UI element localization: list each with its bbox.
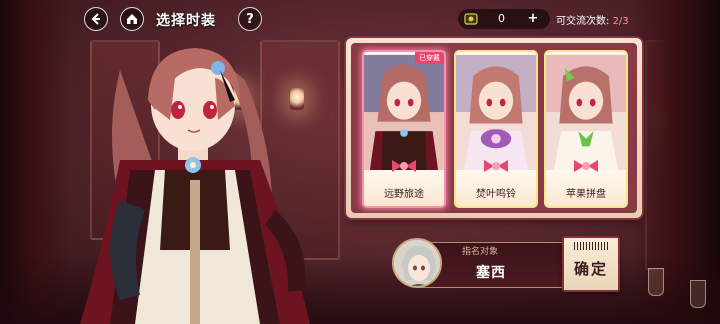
nominate-label: 指名对象	[462, 247, 499, 257]
costume-preview-3	[546, 54, 626, 172]
bow-badge-icon	[574, 160, 598, 172]
costume-card-3[interactable]: 苹果拼盘	[544, 50, 628, 208]
back-button[interactable]	[84, 7, 108, 31]
ticket-icon	[464, 13, 478, 25]
equipped-tag: 已穿戴	[415, 52, 444, 64]
barcode-decoration	[574, 242, 610, 250]
nominate-name: 塞西	[476, 265, 506, 281]
page-title: 选择时装	[156, 13, 216, 29]
exchange-count-text: 可交流次数: 2/3	[556, 12, 629, 27]
costume-panel: 已穿戴 远野旅途 焚叶鸣铃 苹果拼盘	[346, 38, 642, 218]
help-button[interactable]: ?	[238, 7, 262, 31]
wine-glass-icon	[648, 268, 664, 296]
costume-label-3: 苹果拼盘	[566, 189, 606, 200]
costume-label-2: 焚叶鸣铃	[476, 189, 516, 200]
confirm-button[interactable]: 确定	[562, 236, 620, 292]
costume-preview-2	[456, 54, 536, 172]
wine-glass-icon	[690, 280, 706, 308]
confirm-label: 确定	[573, 260, 608, 278]
home-icon	[127, 14, 137, 24]
bow-badge-icon	[392, 160, 416, 172]
card-footer: 苹果拼盘	[546, 160, 626, 206]
costume-preview-1	[364, 54, 444, 172]
exchange-label: 可交流次数:	[556, 16, 610, 27]
currency-bar: 0 +	[458, 9, 550, 29]
card-footer: 焚叶鸣铃	[456, 160, 536, 206]
costume-label-1: 远野旅途	[384, 189, 424, 200]
avatar[interactable]	[392, 238, 442, 288]
home-button[interactable]	[120, 7, 144, 31]
character-portrait	[80, 48, 310, 324]
nominate-bar: 指名对象 塞西 确定	[392, 236, 620, 292]
add-currency-button[interactable]: +	[524, 10, 542, 28]
costume-card-1[interactable]: 已穿戴 远野旅途	[362, 50, 446, 208]
exchange-count: 2/3	[612, 16, 629, 27]
bow-badge-icon	[484, 160, 508, 172]
top-bar: 选择时装 ? 0 + 可交流次数: 2/3	[0, 0, 720, 38]
card-footer: 远野旅途	[364, 160, 444, 206]
costume-card-2[interactable]: 焚叶鸣铃	[454, 50, 538, 208]
back-arrow-icon	[91, 13, 100, 25]
currency-value: 0	[498, 12, 505, 25]
